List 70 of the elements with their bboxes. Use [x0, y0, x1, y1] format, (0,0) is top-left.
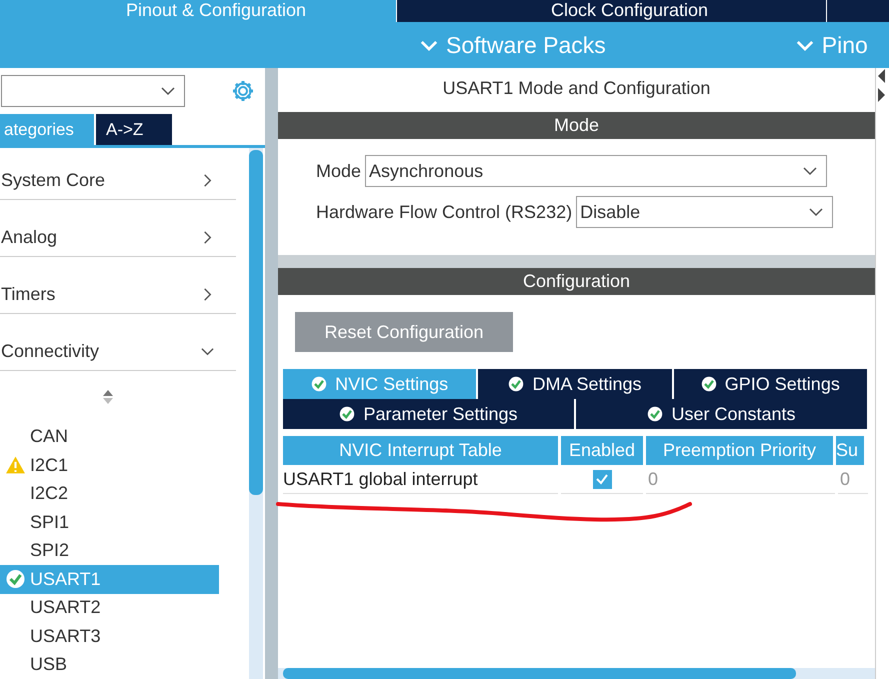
select-field[interactable]: Disable: [576, 196, 833, 228]
scrollbar-thumb[interactable]: [249, 150, 263, 494]
collapse-arrows-icon[interactable]: [876, 68, 886, 104]
peripheral-item[interactable]: I2C2: [0, 480, 219, 508]
top-tab[interactable]: Clock Configuration: [396, 0, 826, 22]
category-label: System Core: [1, 170, 106, 190]
field-label: Mode: [316, 160, 362, 182]
view-tab[interactable]: A->Z: [96, 114, 172, 144]
category-label: Connectivity: [1, 340, 100, 362]
peripheral-label: USART1: [30, 568, 101, 590]
peripheral-label: SPI2: [30, 540, 70, 562]
peripheral-label: SPI1: [30, 512, 70, 533]
config-tab[interactable]: DMA Settings: [478, 369, 672, 399]
panel-title: USART1 Mode and Configuration: [442, 77, 712, 100]
peripheral-item[interactable]: SPI1: [0, 508, 219, 536]
chevron-down-icon: [808, 207, 824, 217]
top-tab-edge: [826, 0, 889, 22]
peripheral-label: I2C1: [30, 454, 68, 476]
check-circle-icon: [339, 406, 356, 422]
peripheral-item[interactable]: CAN: [0, 422, 219, 451]
category-label: Timers: [1, 284, 56, 304]
peripheral-label: USART2: [30, 597, 101, 618]
field-label: Hardware Flow Control (RS232): [316, 202, 572, 222]
config-tab[interactable]: Parameter Settings: [283, 399, 574, 429]
section-header: Mode: [278, 112, 875, 139]
search-dropdown[interactable]: [1, 74, 185, 107]
tab-label: DMA Settings: [532, 374, 642, 394]
category-item[interactable]: Timers: [0, 276, 236, 314]
check-circle-icon: [647, 406, 664, 422]
peripheral-item[interactable]: USB: [0, 650, 219, 679]
warning-icon: [4, 455, 26, 476]
select-field[interactable]: Asynchronous: [365, 155, 828, 187]
menu-label: Pino: [822, 32, 868, 58]
check-circle-icon: [508, 376, 524, 392]
check-circle-icon: [311, 376, 328, 392]
category-label: Analog: [1, 226, 58, 248]
tab-label: Parameter Settings: [363, 404, 518, 424]
category-item[interactable]: Connectivity: [0, 332, 236, 370]
settings-icon[interactable]: [231, 78, 255, 103]
peripheral-item[interactable]: USART3: [0, 622, 219, 650]
tab-label: User Constants: [671, 404, 796, 424]
peripheral-label: CAN: [30, 426, 68, 448]
category-item[interactable]: Analog: [0, 218, 236, 256]
table-cell: 0: [838, 465, 868, 494]
category-item[interactable]: System Core: [0, 162, 236, 200]
tab-label: GPIO Settings: [724, 374, 840, 394]
table-cell: USART1 global interrupt: [283, 465, 558, 494]
sort-icon[interactable]: [102, 388, 114, 404]
peripheral-item[interactable]: I2C1: [0, 451, 219, 480]
check-circle-icon: [4, 569, 26, 590]
peripheral-label: USART3: [30, 626, 101, 647]
column-header: Enabled: [561, 436, 643, 465]
chevron-down-icon: [802, 166, 818, 176]
config-tab[interactable]: GPIO Settings: [674, 369, 867, 399]
table-cell: 0: [646, 465, 835, 494]
chevron-down-icon: [160, 86, 176, 96]
chevron-down-icon: [420, 38, 438, 52]
check-circle-icon: [700, 376, 717, 392]
column-header: NVIC Interrupt Table: [283, 436, 558, 465]
checkbox[interactable]: [592, 470, 612, 488]
config-tab[interactable]: User Constants: [576, 399, 867, 429]
column-header: Preemption Priority: [646, 436, 833, 465]
peripheral-item[interactable]: USART2: [0, 594, 219, 622]
peripheral-label: I2C2: [30, 483, 68, 504]
section-header: Configuration: [278, 268, 875, 295]
column-header: Su: [836, 436, 864, 465]
peripheral-item[interactable]: SPI2: [0, 536, 219, 565]
peripheral-label: USB: [30, 654, 68, 676]
tab-label: NVIC Settings: [335, 374, 448, 394]
chevron-down-icon: [796, 38, 814, 52]
